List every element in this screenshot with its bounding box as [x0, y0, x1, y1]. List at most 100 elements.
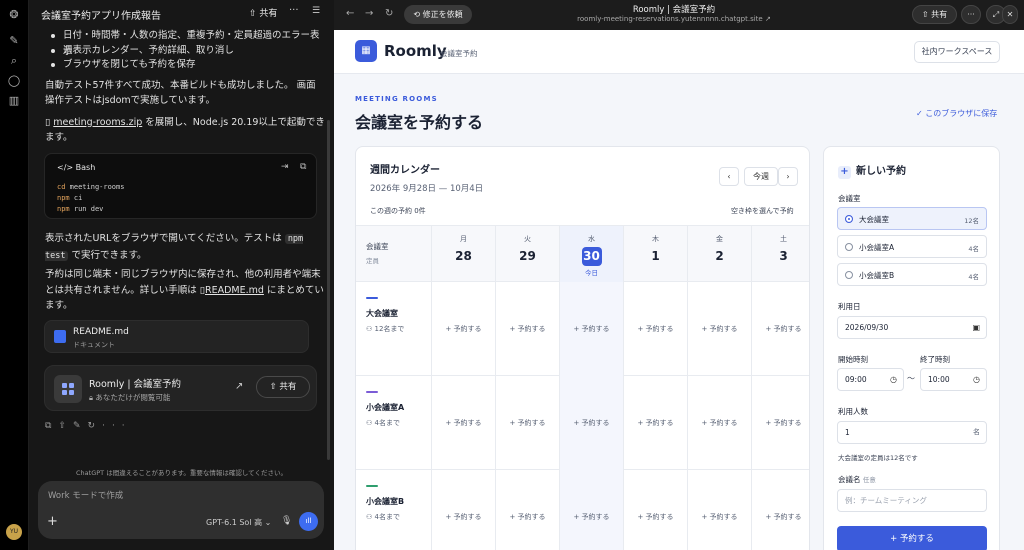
scrollbar[interactable]: [327, 120, 330, 460]
book-slot[interactable]: + 予約する: [751, 282, 809, 376]
date-label: 利用日: [838, 302, 861, 311]
submit-booking-button[interactable]: + 予約する: [837, 526, 987, 550]
back-icon[interactable]: ←: [346, 8, 354, 19]
day-header: 木1: [623, 226, 687, 283]
day-header: 土3: [751, 226, 809, 283]
room-option[interactable]: 小会議室B 4名: [837, 263, 987, 286]
close-icon[interactable]: ✕: [1002, 5, 1018, 24]
share-icon: ⇧: [249, 9, 257, 19]
composer-input[interactable]: [48, 489, 308, 503]
book-slot[interactable]: + 予約する: [559, 282, 623, 376]
zip-link[interactable]: meeting-rooms.zip: [53, 117, 142, 128]
weekly-calendar: 週間カレンダー 2026年 9月28日 — 10月4日 ‹ 今週 › この週の予…: [355, 146, 810, 550]
book-slot[interactable]: + 予約する: [687, 470, 751, 550]
prev-week-button[interactable]: ‹: [719, 167, 739, 186]
model-selector[interactable]: GPT-6.1 Sol 高 ⌄: [206, 517, 271, 528]
book-slot[interactable]: + 予約する: [559, 376, 623, 470]
sidebar-toggle-icon[interactable]: ☰: [312, 6, 320, 16]
room-row: 小会議室B ⚇ 4名まで + 予約する + 予約する + 予約する + 予約する…: [356, 470, 809, 550]
chat-share-button[interactable]: ⇧ 共有: [249, 6, 277, 19]
start-time-input[interactable]: 09:00 ◷: [837, 368, 904, 391]
copy-icon[interactable]: ⧉: [300, 162, 306, 172]
openai-logo-icon[interactable]: ❂: [7, 8, 21, 22]
room-name: 大会議室: [366, 309, 398, 318]
calendar-icon: ▣: [972, 323, 980, 332]
more-icon[interactable]: ···: [102, 421, 132, 431]
voice-mode-icon[interactable]: ıll: [299, 512, 318, 531]
code-lines: cd meeting-rooms npm ci npm run dev: [57, 182, 124, 215]
book-slot[interactable]: + 予約する: [623, 376, 687, 470]
new-chat-icon[interactable]: ✎: [7, 34, 21, 48]
chevron-down-icon: ⌄: [264, 518, 272, 527]
regenerate-icon[interactable]: ↻: [88, 421, 103, 431]
chat-bubble-icon[interactable]: ◯: [7, 74, 21, 88]
book-slot[interactable]: + 予約する: [687, 282, 751, 376]
book-slot[interactable]: + 予約する: [495, 282, 559, 376]
book-slot[interactable]: + 予約する: [431, 470, 495, 550]
radio-icon: [845, 271, 853, 279]
next-week-button[interactable]: ›: [778, 167, 798, 186]
end-time-input[interactable]: 10:00 ◷: [920, 368, 987, 391]
edit-icon[interactable]: ✎: [73, 421, 88, 431]
capacity-column-header: 定員: [366, 257, 379, 265]
search-icon[interactable]: ⌕: [7, 54, 21, 68]
readme-link[interactable]: README.md: [205, 285, 264, 296]
book-slot[interactable]: + 予約する: [623, 282, 687, 376]
forward-icon[interactable]: →: [365, 8, 373, 19]
code-line: npm run dev: [57, 204, 124, 215]
library-icon[interactable]: ▥: [7, 94, 21, 108]
calendar-range: 2026年 9月28日 — 10月4日: [370, 184, 484, 194]
app-share-button[interactable]: ⇧ 共有: [256, 376, 310, 398]
brand-name: Roomly: [384, 42, 447, 60]
radio-icon: [845, 243, 853, 251]
room-row: 大会議室 ⚇ 12名まで + 予約する + 予約する + 予約する + 予約する…: [356, 282, 809, 376]
people-label: 利用人数: [838, 407, 868, 416]
room-capacity-label: 4名まで: [374, 513, 400, 521]
meeting-name-label-text: 会議名: [838, 475, 861, 484]
app-card[interactable]: Roomly | 会議室予約 🔒︎ あなただけが閲覧可能 ↗ ⇧ 共有: [44, 365, 317, 411]
avatar[interactable]: YU: [6, 524, 22, 540]
book-slot[interactable]: + 予約する: [623, 470, 687, 550]
mic-icon[interactable]: 🎙︎: [281, 516, 292, 526]
people-input[interactable]: 1名: [837, 421, 987, 444]
wrap-icon[interactable]: ⇥: [281, 162, 289, 172]
message-paragraph: ▯ meeting-rooms.zip を展開し、Node.js 20.19以上…: [45, 115, 325, 146]
share-icon[interactable]: ⇧: [58, 421, 73, 431]
page-title: 会議室を予約する: [355, 113, 484, 132]
this-week-button[interactable]: 今週: [744, 167, 778, 186]
saved-label: このブラウザに保存: [925, 109, 998, 118]
browser-share-button[interactable]: ⇧ 共有: [912, 5, 957, 24]
more-icon[interactable]: ···: [961, 5, 981, 24]
date-input[interactable]: 2026/09/30 ▣: [837, 316, 987, 339]
more-icon[interactable]: ···: [289, 5, 299, 16]
room-option[interactable]: 大会議室 12名: [837, 207, 987, 230]
book-slot[interactable]: + 予約する: [495, 470, 559, 550]
eyebrow-label: MEETING ROOMS: [355, 95, 438, 103]
file-card[interactable]: README.md ドキュメント: [44, 320, 309, 353]
copy-icon[interactable]: ⧉: [45, 421, 58, 431]
calendar-hint: 空き枠を選んで予約: [731, 207, 794, 215]
book-slot[interactable]: + 予約する: [687, 376, 751, 470]
book-slot[interactable]: + 予約する: [431, 376, 495, 470]
book-slot[interactable]: + 予約する: [431, 282, 495, 376]
book-slot[interactable]: + 予約する: [751, 376, 809, 470]
room-option[interactable]: 小会議室A 4名: [837, 235, 987, 258]
reload-icon[interactable]: ↻: [385, 8, 393, 19]
time-separator: 〜: [907, 374, 915, 383]
plus-icon[interactable]: +: [47, 514, 58, 529]
book-slot[interactable]: + 予約する: [495, 376, 559, 470]
browser-url[interactable]: roomly-meeting-reservations.yutennnnn.ch…: [564, 15, 784, 23]
composer: + GPT-6.1 Sol 高 ⌄ 🎙︎ ıll: [38, 481, 324, 539]
fix-request-label: 修正を依頼: [422, 10, 463, 19]
day-name: 木: [652, 235, 659, 243]
optional-tag: 任意: [862, 476, 876, 484]
calendar-title: 週間カレンダー: [370, 165, 440, 176]
book-slot[interactable]: + 予約する: [751, 470, 809, 550]
workspace-button[interactable]: 社内ワークスペース: [914, 41, 1000, 63]
meeting-name-input[interactable]: 例：チームミーティング: [837, 489, 987, 512]
browser-url-text: roomly-meeting-reservations.yutennnnn.ch…: [577, 15, 763, 23]
day-date: 1: [651, 249, 660, 263]
open-external-icon[interactable]: ↗: [235, 381, 243, 392]
fix-request-button[interactable]: ⟲ 修正を依頼: [404, 5, 472, 24]
book-slot[interactable]: + 予約する: [559, 470, 623, 550]
